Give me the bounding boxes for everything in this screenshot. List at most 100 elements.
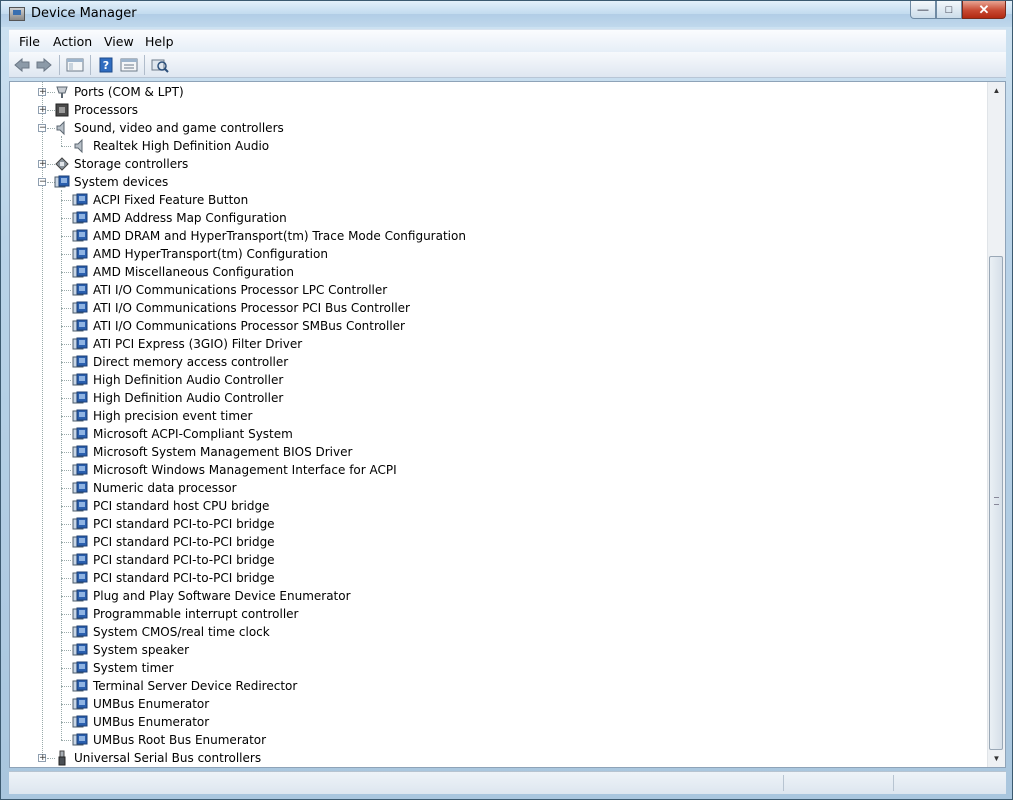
- scan-for-hardware-changes-icon: [151, 59, 169, 73]
- tree-device[interactable]: ATI I/O Communications Processor LPC Con…: [10, 281, 980, 299]
- tree-device[interactable]: System speaker: [10, 641, 980, 659]
- tree-device[interactable]: AMD HyperTransport(tm) Configuration: [10, 245, 980, 263]
- show-hide-console-tree-button[interactable]: [66, 56, 84, 74]
- tree-device[interactable]: UMBus Root Bus Enumerator: [10, 731, 980, 749]
- tree-connector-line: [61, 136, 62, 146]
- tree-device[interactable]: PCI standard PCI-to-PCI bridge: [10, 569, 980, 587]
- tree-item-label: Direct memory access controller: [93, 355, 289, 369]
- tree-device[interactable]: Microsoft ACPI-Compliant System: [10, 425, 980, 443]
- tree-category[interactable]: + Ports (COM & LPT): [10, 83, 980, 101]
- tree-category[interactable]: + Processors: [10, 101, 980, 119]
- tree-category[interactable]: − Sound, video and game controllers: [10, 119, 980, 137]
- scrollbar-thumb[interactable]: [989, 256, 1003, 750]
- maximize-icon: □: [945, 3, 953, 16]
- expand-icon[interactable]: +: [38, 160, 47, 169]
- tree-device[interactable]: High precision event timer: [10, 407, 980, 425]
- tree-connector-line: [61, 560, 71, 561]
- tree-device[interactable]: High Definition Audio Controller: [10, 389, 980, 407]
- tree-device[interactable]: Programmable interrupt controller: [10, 605, 980, 623]
- caption-buttons: — □ ✕: [910, 1, 1006, 20]
- expand-icon[interactable]: +: [38, 88, 47, 97]
- help-button[interactable]: ?: [97, 56, 115, 74]
- tree-device[interactable]: ACPI Fixed Feature Button: [10, 191, 980, 209]
- tree-item-label: PCI standard PCI-to-PCI bridge: [93, 535, 275, 549]
- tree-connector-line: [61, 398, 71, 399]
- tree-item-label: Processors: [74, 103, 139, 117]
- system-device-icon: [72, 481, 88, 494]
- tree-device[interactable]: AMD Miscellaneous Configuration: [10, 263, 980, 281]
- tree-device[interactable]: High Definition Audio Controller: [10, 371, 980, 389]
- tree-device[interactable]: Plug and Play Software Device Enumerator: [10, 587, 980, 605]
- minimize-button[interactable]: —: [910, 1, 936, 19]
- title-bar[interactable]: Device Manager — □ ✕: [1, 1, 1012, 27]
- tree-device[interactable]: PCI standard PCI-to-PCI bridge: [10, 515, 980, 533]
- menu-view[interactable]: View: [104, 34, 134, 49]
- properties-icon: [120, 58, 138, 72]
- close-button[interactable]: ✕: [962, 1, 1006, 19]
- system-device-icon: [72, 588, 88, 604]
- tree-category[interactable]: + Universal Serial Bus controllers: [10, 749, 980, 767]
- maximize-button[interactable]: □: [936, 1, 962, 19]
- storage-controller-icon: [54, 156, 70, 172]
- tree-item-label: System speaker: [93, 643, 190, 657]
- system-device-icon: [72, 247, 88, 260]
- tree-device[interactable]: Microsoft Windows Management Interface f…: [10, 461, 980, 479]
- properties-button[interactable]: [120, 56, 138, 74]
- system-device-icon: [72, 354, 88, 370]
- tree-item-label: ATI I/O Communications Processor LPC Con…: [93, 283, 388, 297]
- minimize-icon: —: [917, 3, 929, 16]
- system-device-icon: [72, 300, 88, 316]
- tree-device[interactable]: Numeric data processor: [10, 479, 980, 497]
- forward-button[interactable]: [35, 56, 53, 74]
- menu-help[interactable]: Help: [145, 34, 174, 49]
- tree-device[interactable]: UMBus Enumerator: [10, 713, 980, 731]
- tree-device[interactable]: Terminal Server Device Redirector: [10, 677, 980, 695]
- collapse-icon[interactable]: −: [38, 124, 47, 133]
- expand-icon[interactable]: +: [38, 106, 47, 115]
- system-device-icon: [54, 174, 70, 190]
- help-icon: ?: [99, 57, 113, 73]
- system-device-icon: [72, 606, 88, 622]
- tree-device[interactable]: System CMOS/real time clock: [10, 623, 980, 641]
- back-button[interactable]: [13, 56, 31, 74]
- tree-device[interactable]: ATI I/O Communications Processor PCI Bus…: [10, 299, 980, 317]
- scan-for-hardware-changes-button[interactable]: [151, 56, 169, 74]
- tree-device[interactable]: Microsoft System Management BIOS Driver: [10, 443, 980, 461]
- tree-device[interactable]: PCI standard host CPU bridge: [10, 497, 980, 515]
- tree-device[interactable]: AMD DRAM and HyperTransport(tm) Trace Mo…: [10, 227, 980, 245]
- tree-device[interactable]: UMBus Enumerator: [10, 695, 980, 713]
- tree-device[interactable]: AMD Address Map Configuration: [10, 209, 980, 227]
- collapse-icon[interactable]: −: [38, 178, 47, 187]
- system-device-icon: [72, 408, 88, 424]
- tree-device[interactable]: Direct memory access controller: [10, 353, 980, 371]
- tree-category[interactable]: + Storage controllers: [10, 155, 980, 173]
- system-device-icon: [72, 193, 88, 206]
- scroll-down-arrow-icon[interactable]: ▼: [988, 750, 1005, 767]
- tree-item-label: PCI standard host CPU bridge: [93, 499, 270, 513]
- system-device-icon: [72, 571, 88, 584]
- system-device-icon: [72, 499, 88, 512]
- back-icon: [14, 57, 30, 73]
- tree-device[interactable]: System timer: [10, 659, 980, 677]
- tree-item-label: ATI PCI Express (3GIO) Filter Driver: [93, 337, 303, 351]
- tree-device[interactable]: PCI standard PCI-to-PCI bridge: [10, 533, 980, 551]
- tree-device[interactable]: Realtek High Definition Audio: [10, 137, 980, 155]
- system-device-icon: [72, 516, 88, 532]
- system-device-icon: [72, 715, 88, 728]
- scroll-up-arrow-icon[interactable]: ▲: [988, 82, 1005, 99]
- tree-device[interactable]: ATI I/O Communications Processor SMBus C…: [10, 317, 980, 335]
- menu-file[interactable]: File: [19, 34, 40, 49]
- tree-device[interactable]: PCI standard PCI-to-PCI bridge: [10, 551, 980, 569]
- tree-connector-line: [61, 632, 71, 633]
- menu-action[interactable]: Action: [53, 34, 92, 49]
- tree-connector-line: [61, 416, 71, 417]
- tree-item-label: ATI I/O Communications Processor PCI Bus…: [93, 301, 410, 315]
- tree-item-label: UMBus Enumerator: [93, 697, 210, 711]
- expand-icon[interactable]: +: [38, 754, 47, 763]
- system-device-icon: [72, 228, 88, 244]
- tree-category[interactable]: − System devices: [10, 173, 980, 191]
- tree-item-label: Sound, video and game controllers: [74, 121, 284, 135]
- vertical-scrollbar[interactable]: ▲ ▼: [987, 82, 1005, 767]
- tree-device[interactable]: ATI PCI Express (3GIO) Filter Driver: [10, 335, 980, 353]
- tree-item-label: Microsoft Windows Management Interface f…: [93, 463, 397, 477]
